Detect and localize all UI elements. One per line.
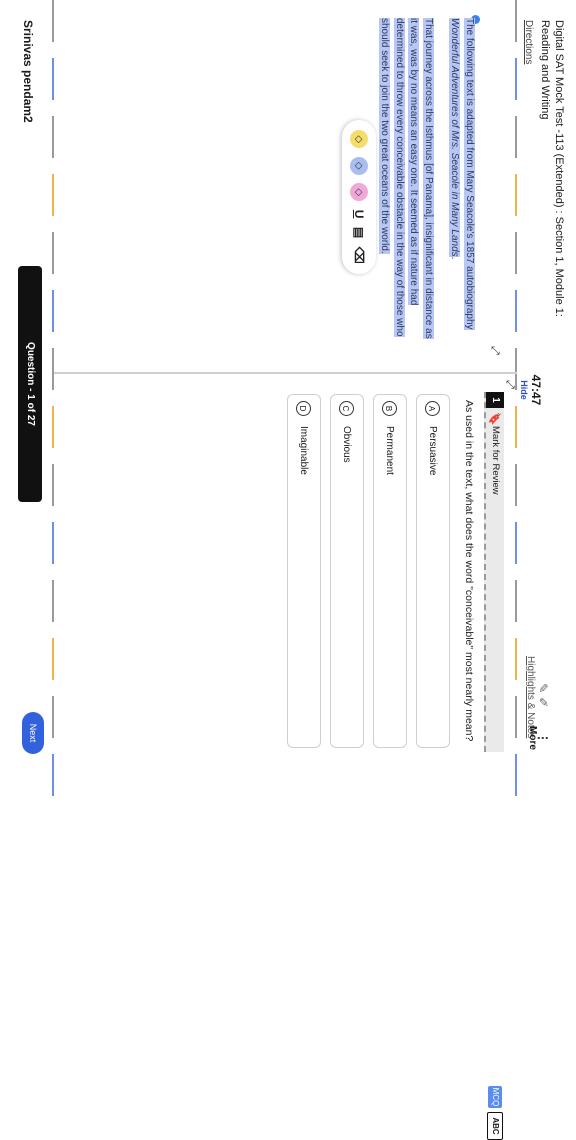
hide-timer-button[interactable]: Hide — [519, 360, 529, 420]
divider-segment — [515, 754, 517, 796]
test-title: Digital SAT Mock Test -113 (Extended) : … — [538, 20, 566, 317]
note-icon[interactable]: ▤ — [352, 227, 366, 238]
answer-choice-a[interactable]: A Persuasive — [416, 394, 450, 748]
user-name: Srinivas pendam2 — [21, 20, 35, 123]
test-title-line2: Reading and Writing — [539, 20, 551, 120]
footer: Srinivas pendam2 Question - 1 of 27 Next — [0, 0, 52, 768]
next-button[interactable]: Next — [22, 712, 44, 754]
choice-letter: B — [382, 401, 398, 416]
passage-body: That journey across the Isthmus [of Pana… — [377, 18, 435, 340]
divider-segment — [515, 522, 517, 564]
choice-text: Imaginable — [298, 426, 310, 475]
divider-segment — [515, 0, 517, 42]
divider-segment — [52, 58, 54, 100]
divider-segment — [515, 580, 517, 622]
choice-letter: C — [339, 401, 355, 416]
more-label: More — [527, 726, 538, 750]
divider-segment — [52, 638, 54, 680]
divider-segment — [515, 406, 517, 448]
divider-segment — [52, 232, 54, 274]
question-text: As used in the text, what does the word … — [463, 400, 475, 742]
highlight-blue-button[interactable]: ◇ — [350, 156, 368, 175]
bookmark-icon[interactable]: 🔖 — [488, 412, 501, 426]
highlight-pink-button[interactable]: ◇ — [350, 183, 368, 202]
answer-choice-b[interactable]: B Permanent — [373, 394, 407, 748]
mark-for-review-button[interactable]: Mark for Review — [490, 426, 501, 495]
expand-passage-icon[interactable]: ⤢ — [488, 346, 501, 355]
question-header-bar: 1 🔖 Mark for Review MCQ ABC — [484, 392, 504, 1140]
more-button[interactable]: ⋮ More — [527, 726, 550, 750]
highlight-yellow-button[interactable]: ◇ — [350, 130, 368, 149]
passage-intro: The following text is adapted from Mary … — [447, 18, 476, 340]
divider-segment — [52, 290, 54, 332]
more-dots-icon: ⋮ — [536, 731, 550, 744]
divider-segment — [52, 348, 54, 390]
passage-intro-end: . — [449, 256, 461, 260]
highlight-toolbar: ◇ ◇ ◇ U ▤ ⌫ — [342, 120, 376, 274]
directions-link[interactable]: Directions — [523, 20, 534, 64]
footer-divider — [52, 0, 54, 796]
choice-letter: A — [425, 401, 441, 416]
passage-source-title: Wonderful Adventures of Mrs. Seacole in … — [449, 18, 461, 257]
question-number: 1 — [486, 392, 504, 408]
remove-highlight-icon[interactable]: ⌫ — [352, 247, 366, 264]
mcq-mode-button[interactable]: MCQ — [488, 1086, 502, 1108]
abc-eliminate-button[interactable]: ABC — [487, 1112, 503, 1140]
divider-segment — [515, 58, 517, 100]
divider-segment — [52, 174, 54, 216]
divider-segment — [515, 232, 517, 274]
divider-segment — [52, 464, 54, 506]
passage-intro-text: The following text is adapted from Mary … — [464, 18, 475, 330]
divider-segment — [52, 406, 54, 448]
expand-question-icon[interactable]: ⤢ — [503, 380, 516, 389]
divider-segment — [515, 464, 517, 506]
divider-segment — [515, 174, 517, 216]
divider-segment — [52, 696, 54, 738]
test-title-line1: Digital SAT Mock Test -113 (Extended) : … — [553, 20, 565, 317]
divider-segment — [515, 638, 517, 680]
choice-text: Obvious — [341, 426, 353, 463]
divider-segment — [515, 290, 517, 332]
app-screen: Digital SAT Mock Test -113 (Extended) : … — [0, 0, 576, 1140]
underline-icon[interactable]: U — [352, 210, 366, 219]
answer-choice-d[interactable]: D Imaginable — [287, 394, 321, 748]
choice-text: Persuasive — [427, 426, 439, 476]
divider-segment — [52, 0, 54, 42]
choice-letter: D — [296, 401, 312, 416]
choice-text: Permanent — [384, 426, 396, 475]
divider-segment — [52, 580, 54, 622]
divider-segment — [52, 116, 54, 158]
divider-segment — [515, 116, 517, 158]
passage-body-text[interactable]: That journey across the Isthmus [of Pana… — [379, 18, 434, 339]
divider-segment — [52, 754, 54, 796]
answer-choice-c[interactable]: C Obvious — [330, 394, 364, 748]
question-navigator-button[interactable]: Question - 1 of 27 — [18, 266, 42, 502]
passage: The following text is adapted from Mary … — [377, 18, 476, 340]
divider-segment — [52, 522, 54, 564]
header: Digital SAT Mock Test -113 (Extended) : … — [517, 0, 576, 768]
pane-divider[interactable] — [52, 372, 517, 374]
timer: 47:47 — [529, 374, 543, 406]
divider-segment — [515, 696, 517, 738]
